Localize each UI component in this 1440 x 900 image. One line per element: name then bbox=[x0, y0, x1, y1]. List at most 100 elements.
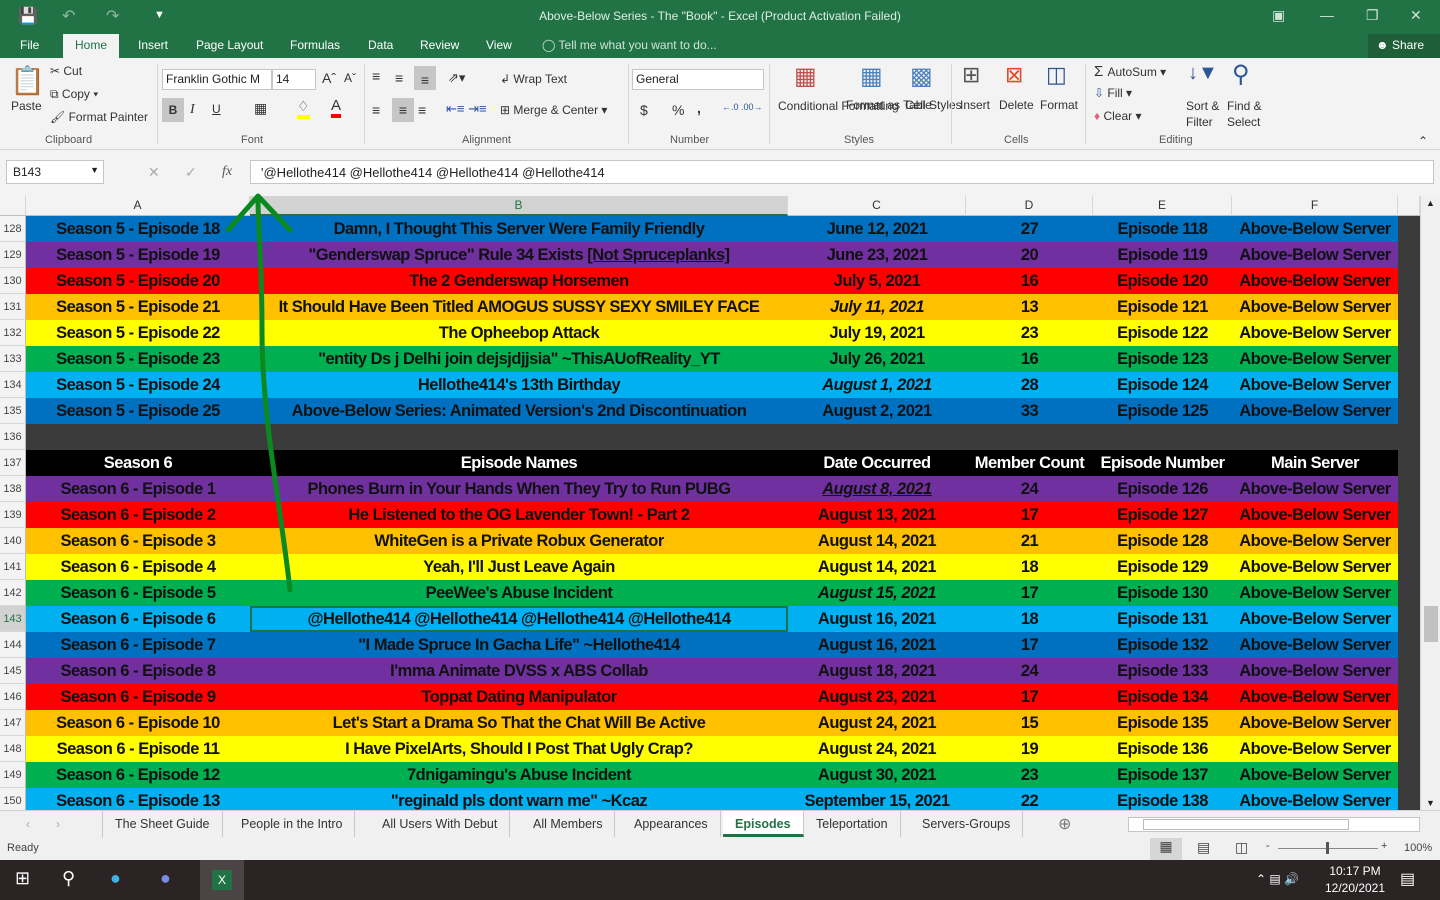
cell-episode-name[interactable]: It Should Have Been Titled AMOGUS SUSSY … bbox=[250, 294, 788, 320]
cell-date-occurred[interactable]: July 5, 2021 bbox=[788, 268, 966, 294]
cell-episode-number[interactable]: Episode 123 bbox=[1093, 346, 1232, 372]
cell-main-server[interactable]: Main Server bbox=[1232, 450, 1398, 476]
cell-episode-name[interactable]: Phones Burn in Your Hands When They Try … bbox=[250, 476, 788, 502]
cell-episode-number[interactable]: Episode 126 bbox=[1093, 476, 1232, 502]
cell-episode-name[interactable]: "I Made Spruce In Gacha Life" ~Hellothe4… bbox=[250, 632, 788, 658]
cancel-icon[interactable]: ✕ bbox=[148, 164, 160, 181]
cell-main-server[interactable]: Above-Below Server bbox=[1232, 788, 1398, 810]
cell-member-count[interactable]: 17 bbox=[966, 502, 1093, 528]
cell-main-server[interactable]: Above-Below Server bbox=[1232, 476, 1398, 502]
cell-episode-number[interactable]: Episode 133 bbox=[1093, 658, 1232, 684]
autosum-button[interactable]: Σ AutoSum ▾ bbox=[1094, 63, 1166, 80]
cell-episode-number[interactable]: Episode 130 bbox=[1093, 580, 1232, 606]
cell-season-episode[interactable]: Season 6 - Episode 6 bbox=[26, 606, 250, 632]
cell-episode-number[interactable]: Episode 122 bbox=[1093, 320, 1232, 346]
cell-episode-number[interactable]: Episode Number bbox=[1093, 450, 1232, 476]
orientation-icon[interactable]: ⇗▾ bbox=[448, 70, 465, 86]
number-format-select[interactable]: General bbox=[632, 69, 764, 90]
top-align-icon[interactable]: ≡ bbox=[372, 68, 380, 84]
middle-align-icon[interactable]: ≡ bbox=[395, 70, 403, 86]
enter-icon[interactable]: ✓ bbox=[185, 164, 197, 181]
cell-season-episode[interactable]: Season 6 - Episode 13 bbox=[26, 788, 250, 810]
cell-episode-number[interactable]: Episode 135 bbox=[1093, 710, 1232, 736]
percent-button[interactable]: % bbox=[672, 102, 684, 118]
cell-date-occurred[interactable] bbox=[788, 424, 966, 450]
cell-date-occurred[interactable]: July 19, 2021 bbox=[788, 320, 966, 346]
discord-icon[interactable]: ● bbox=[160, 868, 171, 889]
cell-member-count[interactable]: 23 bbox=[966, 320, 1093, 346]
edge-icon[interactable]: ● bbox=[110, 868, 121, 889]
name-box[interactable]: B143 ▼ bbox=[6, 160, 104, 184]
close-icon[interactable]: ✕ bbox=[1410, 7, 1422, 24]
tray-icons[interactable]: ⌃ ▤ 🔊 bbox=[1256, 872, 1299, 886]
cell-episode-name[interactable]: I Have PixelArts, Should I Post That Ugl… bbox=[250, 736, 788, 762]
cell-episode-number[interactable]: Episode 118 bbox=[1093, 216, 1232, 242]
cell-member-count[interactable]: 17 bbox=[966, 580, 1093, 606]
row-header[interactable]: 145 bbox=[0, 658, 26, 684]
cell-episode-name[interactable] bbox=[250, 424, 788, 450]
font-name-select[interactable]: Franklin Gothic M bbox=[162, 69, 272, 90]
column-header-a[interactable]: A bbox=[26, 196, 250, 216]
format-cells-icon[interactable]: ◫ bbox=[1046, 62, 1067, 88]
cell-episode-number[interactable]: Episode 120 bbox=[1093, 268, 1232, 294]
cell-season-episode[interactable]: Season 6 bbox=[26, 450, 250, 476]
sheet-tab-teleportation[interactable]: Teleportation bbox=[804, 811, 901, 837]
cell-main-server[interactable]: Above-Below Server bbox=[1232, 320, 1398, 346]
row-header[interactable]: 135 bbox=[0, 398, 26, 424]
worksheet-grid[interactable]: 128 Season 5 - Episode 18 Damn, I Thought … bbox=[0, 216, 1420, 810]
tell-me-search[interactable]: ◯ Tell me what you want to do... bbox=[532, 34, 727, 58]
find-icon[interactable]: ⚲ bbox=[1232, 60, 1250, 89]
cell-date-occurred[interactable]: August 30, 2021 bbox=[788, 762, 966, 788]
page-break-view-icon[interactable]: ◫ bbox=[1235, 839, 1248, 856]
paste-icon[interactable]: 📋 bbox=[10, 64, 45, 97]
cell-main-server[interactable]: Above-Below Server bbox=[1232, 736, 1398, 762]
column-header-d[interactable]: D bbox=[966, 196, 1093, 216]
cell-main-server[interactable]: Above-Below Server bbox=[1232, 710, 1398, 736]
sort-filter-button[interactable]: Sort & Filter bbox=[1186, 98, 1222, 130]
align-right-icon[interactable]: ≡ bbox=[418, 102, 426, 118]
column-header-e[interactable]: E bbox=[1093, 196, 1232, 216]
cell-season-episode[interactable]: Season 6 - Episode 4 bbox=[26, 554, 250, 580]
row-header[interactable]: 149 bbox=[0, 762, 26, 788]
cell-season-episode[interactable]: Season 6 - Episode 3 bbox=[26, 528, 250, 554]
font-color-icon[interactable]: A bbox=[331, 98, 342, 118]
underline-button[interactable]: U bbox=[212, 102, 221, 116]
cell-member-count[interactable]: 13 bbox=[966, 294, 1093, 320]
bold-button[interactable]: B bbox=[162, 98, 184, 122]
clock-time[interactable]: 10:17 PM bbox=[1322, 864, 1388, 878]
cell-episode-number[interactable]: Episode 137 bbox=[1093, 762, 1232, 788]
cell-episode-name[interactable]: Hellothe414's 13th Birthday bbox=[250, 372, 788, 398]
row-header[interactable]: 132 bbox=[0, 320, 26, 346]
row-header[interactable]: 144 bbox=[0, 632, 26, 658]
delete-cells-icon[interactable]: ⊠ bbox=[1005, 62, 1023, 88]
cell-member-count[interactable]: 17 bbox=[966, 632, 1093, 658]
cell-season-episode[interactable]: Season 6 - Episode 5 bbox=[26, 580, 250, 606]
cell-episode-number[interactable]: Episode 138 bbox=[1093, 788, 1232, 810]
cell-episode-name[interactable]: Let's Start a Drama So That the Chat Wil… bbox=[250, 710, 788, 736]
cell-member-count[interactable]: 28 bbox=[966, 372, 1093, 398]
indent-icons[interactable]: ⇤≡ ⇥≡ bbox=[446, 101, 487, 117]
cell-season-episode[interactable]: Season 6 - Episode 11 bbox=[26, 736, 250, 762]
row-header[interactable]: 133 bbox=[0, 346, 26, 372]
cell-main-server[interactable]: Above-Below Server bbox=[1232, 294, 1398, 320]
cell-member-count[interactable]: 20 bbox=[966, 242, 1093, 268]
cell-date-occurred[interactable]: August 8, 2021 bbox=[788, 476, 966, 502]
cell-episode-name[interactable]: "entity Ds j Delhi join dejsjdjjsia" ~Th… bbox=[250, 346, 788, 372]
cell-season-episode[interactable]: Season 6 - Episode 9 bbox=[26, 684, 250, 710]
cell-date-occurred[interactable]: Date Occurred bbox=[788, 450, 966, 476]
clock-date[interactable]: 12/20/2021 bbox=[1322, 881, 1388, 895]
tab-insert[interactable]: Insert bbox=[128, 34, 178, 58]
cell-main-server[interactable]: Above-Below Server bbox=[1232, 398, 1398, 424]
cell-season-episode[interactable]: Season 5 - Episode 20 bbox=[26, 268, 250, 294]
fill-button[interactable]: ⇩ Fill ▾ bbox=[1094, 86, 1132, 100]
cell-date-occurred[interactable]: August 13, 2021 bbox=[788, 502, 966, 528]
cell-episode-name[interactable]: The 2 Genderswap Horsemen bbox=[250, 268, 788, 294]
cell-season-episode[interactable]: Season 6 - Episode 2 bbox=[26, 502, 250, 528]
wrap-text-button[interactable]: ↲ Wrap Text bbox=[500, 72, 567, 86]
decrease-font-icon[interactable]: Aˇ bbox=[344, 71, 356, 85]
cell-episode-name[interactable]: Above-Below Series: Animated Version's 2… bbox=[250, 398, 788, 424]
cell-date-occurred[interactable]: August 23, 2021 bbox=[788, 684, 966, 710]
cell-date-occurred[interactable]: August 1, 2021 bbox=[788, 372, 966, 398]
column-header-c[interactable]: C bbox=[788, 196, 966, 216]
column-header-f[interactable]: F bbox=[1232, 196, 1398, 216]
